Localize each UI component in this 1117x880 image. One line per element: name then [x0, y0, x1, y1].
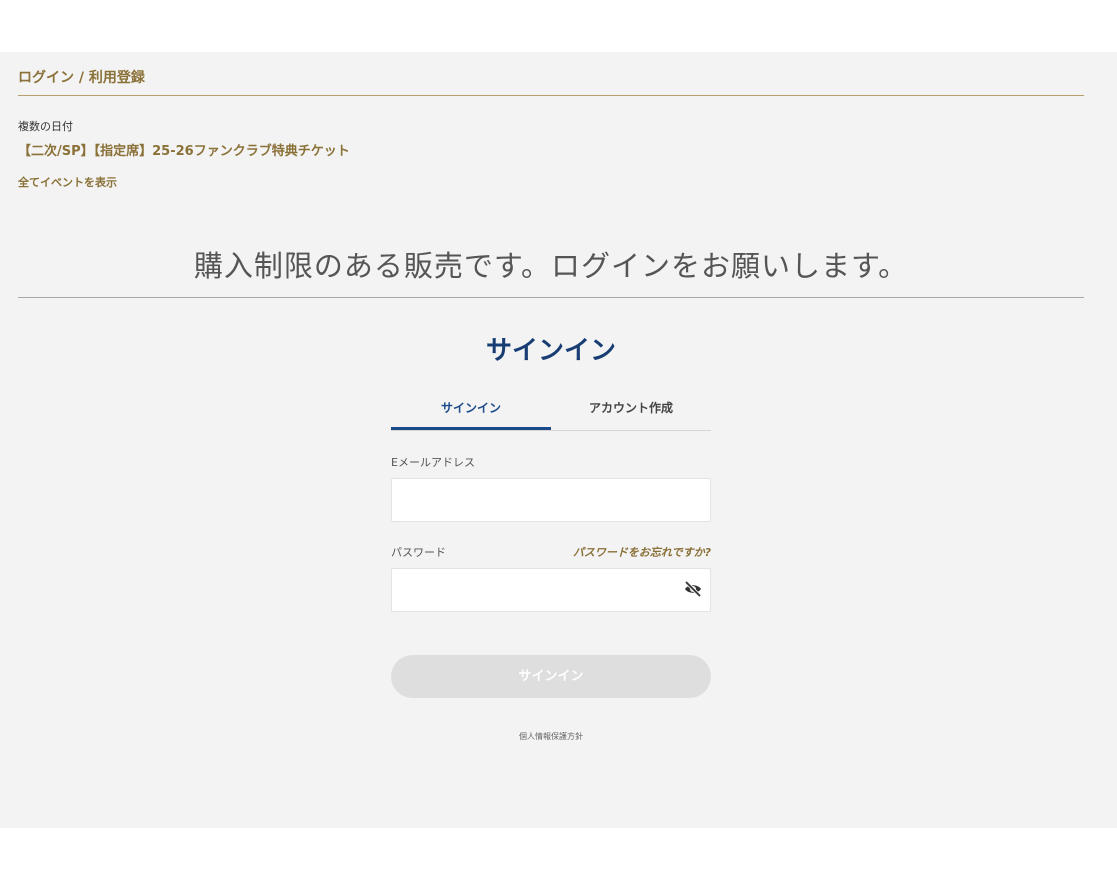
privacy-policy-link[interactable]: 個人情報保護方針 [391, 731, 711, 742]
login-panel [0, 52, 1117, 828]
login-required-notice: 購入制限のある販売です。ログインをお願いします。 [193, 249, 909, 283]
title-divider [18, 95, 1084, 96]
password-field[interactable] [391, 568, 711, 612]
email-field[interactable] [391, 478, 711, 522]
email-label: Eメールアドレス [391, 456, 475, 469]
event-date-label: 複数の日付 [18, 120, 73, 133]
password-label: パスワード [391, 546, 446, 559]
tab-signin[interactable]: サインイン [391, 390, 551, 430]
signin-button[interactable]: サインイン [391, 655, 711, 698]
auth-tabs: サインイン アカウント作成 [391, 390, 711, 431]
all-events-link[interactable]: 全てイベントを表示 [18, 174, 117, 190]
notice-divider [18, 297, 1084, 298]
event-name: 【二次/SP】【指定席】25-26ファンクラブ特典チケット [18, 144, 350, 159]
forgot-password-link[interactable]: パスワードをお忘れですか? [573, 544, 711, 560]
signin-heading: サインイン [485, 336, 616, 366]
eye-slash-icon[interactable] [683, 580, 703, 598]
tab-create-account[interactable]: アカウント作成 [551, 390, 711, 430]
section-title: ログイン / 利用登録 [18, 70, 145, 86]
